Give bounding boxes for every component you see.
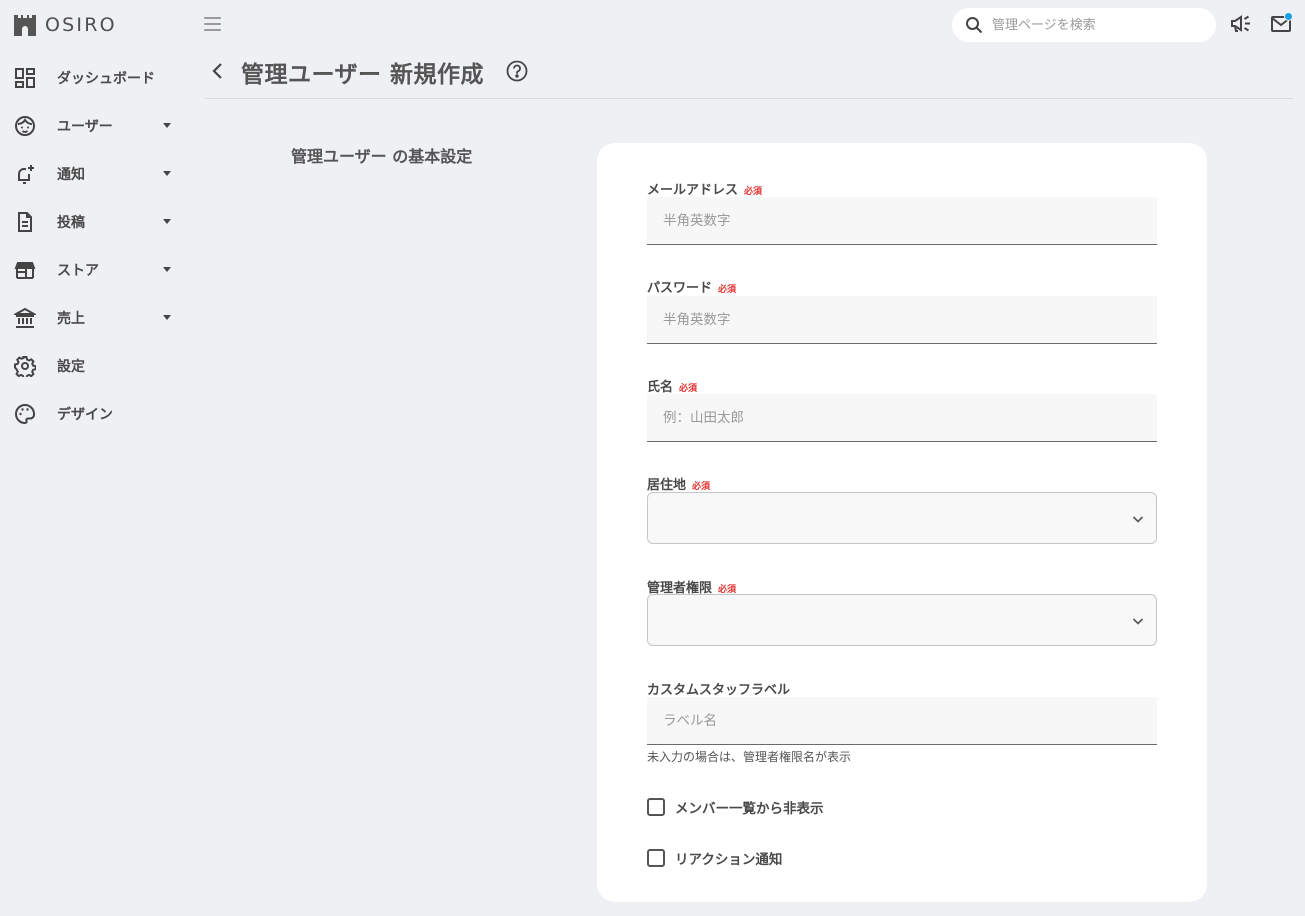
- custom-label-label: カスタムスタッフラベル: [647, 679, 790, 698]
- help-circle-icon: [506, 60, 528, 82]
- caret-down-icon: [163, 219, 171, 224]
- sidebar-item-notifications[interactable]: 通知: [0, 150, 190, 198]
- dashboard-icon: [14, 67, 36, 89]
- hamburger-line: [204, 29, 221, 31]
- unread-badge: [1284, 12, 1293, 21]
- sidebar-item-dashboard[interactable]: ダッシュボード: [0, 54, 190, 102]
- residence-select[interactable]: [647, 492, 1157, 544]
- bank-icon: [14, 307, 36, 329]
- face-icon: [14, 115, 36, 137]
- sidebar-item-label: 売上: [57, 311, 85, 327]
- sidebar-item-posts[interactable]: 投稿: [0, 198, 190, 246]
- residence-label-text: 居住地: [647, 478, 687, 493]
- residence-label: 居住地 必須: [647, 474, 710, 493]
- password-label: パスワード 必須: [647, 277, 736, 296]
- logo-text: OSIRO: [45, 14, 117, 36]
- sidebar-item-store[interactable]: ストア: [0, 246, 190, 294]
- chevron-down-icon: [1132, 516, 1144, 523]
- custom-label-field[interactable]: [647, 697, 1157, 745]
- reaction-notify-label: リアクション通知: [675, 852, 783, 868]
- bell-add-icon: [14, 163, 36, 185]
- custom-label-hint: 未入力の場合は、管理者権限名が表示: [647, 750, 852, 764]
- gear-icon: [14, 355, 36, 377]
- password-field[interactable]: [647, 296, 1157, 344]
- sidebar-item-label: 設定: [57, 359, 85, 375]
- sidebar-item-users[interactable]: ユーザー: [0, 102, 190, 150]
- email-field[interactable]: [647, 197, 1157, 245]
- custom-label-label-text: カスタムスタッフラベル: [647, 683, 791, 698]
- required-badge: 必須: [679, 384, 698, 394]
- name-label-text: 氏名: [647, 380, 674, 395]
- caret-down-icon: [163, 315, 171, 320]
- password-label-text: パスワード: [647, 281, 713, 296]
- castle-logo-icon: [14, 15, 36, 36]
- sidebar-item-design[interactable]: デザイン: [0, 390, 190, 438]
- back-button[interactable]: [208, 59, 228, 83]
- sidebar-nav: ダッシュボード ユーザー 通知 投稿 ストア 売上 設定 デザイン: [0, 54, 190, 438]
- sidebar-item-label: デザイン: [57, 407, 113, 423]
- reaction-notify-checkbox[interactable]: [647, 849, 665, 867]
- help-button[interactable]: [506, 60, 528, 82]
- document-icon: [14, 211, 36, 233]
- reaction-notify-option[interactable]: リアクション通知: [647, 848, 782, 868]
- required-badge: 必須: [718, 285, 737, 295]
- sidebar: OSIRO ダッシュボード ユーザー 通知 投稿 ストア 売上 設定 デザイン: [0, 0, 190, 916]
- search-input[interactable]: [992, 8, 1207, 42]
- header-divider: [205, 98, 1293, 99]
- page-title: 管理ユーザー 新規作成: [241, 62, 485, 88]
- required-badge: 必須: [692, 482, 711, 492]
- chevron-down-icon: [1132, 618, 1144, 625]
- search-icon[interactable]: [965, 16, 983, 34]
- caret-down-icon: [163, 267, 171, 272]
- sidebar-item-settings[interactable]: 設定: [0, 342, 190, 390]
- hide-from-members-checkbox[interactable]: [647, 798, 665, 816]
- caret-down-icon: [163, 123, 171, 128]
- permission-select[interactable]: [647, 594, 1157, 646]
- hamburger-line: [204, 17, 221, 19]
- search-bar: [952, 8, 1216, 42]
- sidebar-item-label: ダッシュボード: [57, 71, 155, 87]
- sidebar-item-label: 通知: [57, 167, 85, 183]
- name-field[interactable]: [647, 394, 1157, 442]
- caret-down-icon: [163, 171, 171, 176]
- sidebar-item-label: ストア: [57, 263, 99, 279]
- menu-toggle-button[interactable]: [204, 16, 222, 32]
- hide-from-members-option[interactable]: メンバー一覧から非表示: [647, 797, 824, 817]
- announcement-button[interactable]: [1230, 14, 1254, 36]
- sidebar-item-sales[interactable]: 売上: [0, 294, 190, 342]
- logo[interactable]: OSIRO: [13, 13, 117, 37]
- hamburger-line: [204, 23, 221, 25]
- name-label: 氏名 必須: [647, 376, 697, 395]
- email-label-text: メールアドレス: [647, 183, 739, 198]
- megaphone-icon: [1231, 15, 1250, 32]
- store-icon: [14, 259, 36, 281]
- sidebar-item-label: 投稿: [57, 215, 85, 231]
- form-card: メールアドレス 必須 パスワード 必須 氏名 必須 居住地 必須 管理者権限 必…: [597, 143, 1207, 902]
- section-title: 管理ユーザー の基本設定: [291, 147, 473, 166]
- sidebar-item-label: ユーザー: [57, 119, 113, 135]
- required-badge: 必須: [744, 187, 763, 197]
- email-label: メールアドレス 必須: [647, 179, 762, 198]
- hide-from-members-label: メンバー一覧から非表示: [675, 801, 824, 817]
- palette-icon: [14, 403, 36, 425]
- chevron-left-icon: [212, 63, 222, 79]
